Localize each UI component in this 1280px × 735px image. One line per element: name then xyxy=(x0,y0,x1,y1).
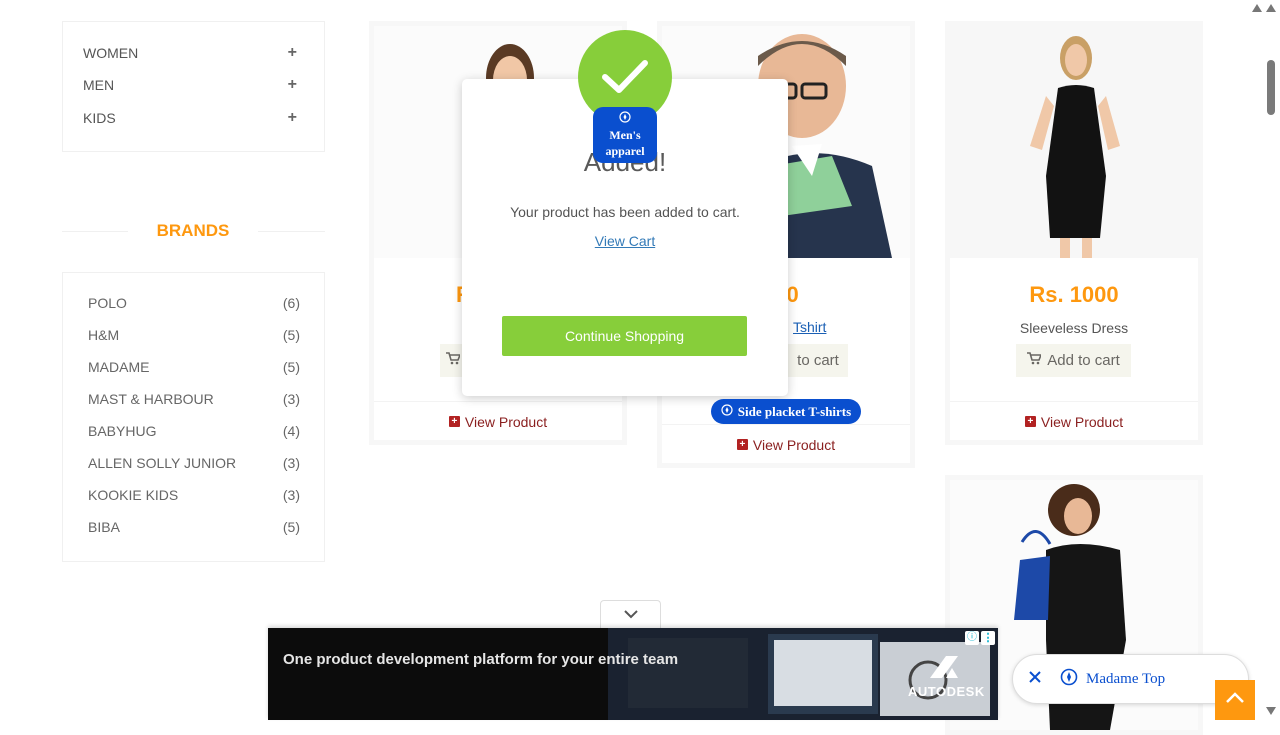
brand-name: MAST & HARBOUR xyxy=(88,391,214,407)
ad-brand: AUTODESK xyxy=(908,684,985,699)
scrollbar-thumb[interactable] xyxy=(1267,60,1275,115)
compass-icon xyxy=(1060,668,1078,691)
add-to-cart-label: to cart xyxy=(797,352,839,369)
close-icon[interactable] xyxy=(1028,670,1042,689)
brands-divider-right xyxy=(258,231,325,232)
scroll-up-arrow-icon[interactable] xyxy=(1252,4,1262,12)
cart-icon xyxy=(1027,352,1043,369)
brand-count: (5) xyxy=(282,519,300,535)
brand-count: (3) xyxy=(282,455,300,471)
brand-item[interactable]: MAST & HARBOUR (3) xyxy=(88,389,300,409)
brand-count: (5) xyxy=(282,359,300,375)
brand-count: (3) xyxy=(282,391,300,407)
plus-square-icon: + xyxy=(448,416,460,427)
madame-top-chip[interactable]: Madame Top xyxy=(1012,654,1249,704)
brands-panel: POLO (6) H&M (5) MADAME (5) MAST & HARBOUR (… xyxy=(62,272,325,562)
cart-icon xyxy=(446,352,462,369)
view-product-label: View Product xyxy=(1040,413,1124,430)
category-panel: WOMEN + MEN + KIDS + xyxy=(62,21,325,152)
brands-title: BRANDS xyxy=(156,221,230,240)
plus-icon[interactable]: + xyxy=(288,44,297,62)
brand-item[interactable]: BIBA (5) xyxy=(88,517,300,537)
brand-item[interactable]: BABYHUG (4) xyxy=(88,421,300,441)
chip-label-line2: apparel xyxy=(605,144,645,158)
chip-label: Madame Top xyxy=(1086,670,1166,687)
brand-item[interactable]: POLO (6) xyxy=(88,293,300,313)
add-to-cart-label: Add to cart xyxy=(1047,352,1120,369)
add-to-cart-button[interactable]: Add to cart xyxy=(1016,344,1131,377)
mens-apparel-chip[interactable]: Men's apparel xyxy=(593,107,657,163)
compass-icon xyxy=(619,111,631,127)
brand-name: KOOKIE KIDS xyxy=(88,487,179,503)
brand-count: (6) xyxy=(282,295,300,311)
product-image[interactable] xyxy=(950,26,1198,258)
brand-item[interactable]: H&M (5) xyxy=(88,325,300,345)
ad-menu-icon[interactable]: ⋮ xyxy=(981,631,995,645)
brand-name: MADAME xyxy=(88,359,150,375)
view-product-link[interactable]: + View Product xyxy=(662,424,910,464)
chip-label-line1: Men's xyxy=(609,128,641,142)
category-kids[interactable]: KIDS + xyxy=(83,106,299,130)
continue-shopping-button[interactable]: Continue Shopping xyxy=(502,316,747,356)
category-label: MEN xyxy=(83,77,115,93)
compass-icon xyxy=(721,403,733,420)
side-placket-chip[interactable]: Side placket T-shirts xyxy=(711,399,861,424)
category-women[interactable]: WOMEN + xyxy=(83,41,299,65)
chevron-down-icon xyxy=(623,606,639,624)
view-cart-link[interactable]: View Cart xyxy=(462,233,788,249)
brand-item[interactable]: KOOKIE KIDS (3) xyxy=(88,485,300,505)
brand-item[interactable]: ALLEN SOLLY JUNIOR (3) xyxy=(88,453,300,473)
ad-info-icon[interactable]: ⓘ xyxy=(965,631,979,645)
plus-square-icon: + xyxy=(736,439,748,450)
brand-name: BIBA xyxy=(88,519,120,535)
brand-name: H&M xyxy=(88,327,120,343)
autodesk-logo-icon xyxy=(928,654,960,680)
scroll-down-arrow-icon[interactable] xyxy=(1266,707,1276,715)
ad-collapse-tab[interactable] xyxy=(600,600,661,628)
brand-count: (5) xyxy=(282,327,300,343)
category-men[interactable]: MEN + xyxy=(83,73,299,97)
category-label: WOMEN xyxy=(83,45,139,61)
brand-count: (4) xyxy=(282,423,300,439)
brand-name: BABYHUG xyxy=(88,423,157,439)
scroll-to-top-button[interactable] xyxy=(1215,680,1255,720)
brands-divider-left xyxy=(62,231,128,232)
plus-square-icon: + xyxy=(1024,416,1036,427)
scroll-up-arrow-icon[interactable] xyxy=(1266,4,1276,12)
product-price: Rs. 1000 xyxy=(1029,282,1119,307)
scrollbar[interactable] xyxy=(1262,0,1280,720)
plus-icon[interactable]: + xyxy=(288,76,297,94)
ad-banner[interactable]: One product development platform for you… xyxy=(268,628,998,720)
product-card: Rs. 1000 Sleeveless Dress Add to cart + … xyxy=(945,21,1203,445)
plus-icon[interactable]: + xyxy=(288,109,297,127)
view-product-link[interactable]: + View Product xyxy=(950,401,1198,441)
add-to-cart-button[interactable]: to cart xyxy=(788,344,848,377)
view-product-label: View Product xyxy=(752,436,836,453)
brand-name: POLO xyxy=(88,295,127,311)
brand-count: (3) xyxy=(282,487,300,503)
view-product-label: View Product xyxy=(464,413,548,430)
chip-label: Side placket T-shirts xyxy=(737,403,852,419)
view-product-link[interactable]: + View Product xyxy=(374,401,622,441)
product-name[interactable]: Sleeveless Dress xyxy=(950,320,1198,336)
brand-name: ALLEN SOLLY JUNIOR xyxy=(88,455,237,471)
chevron-up-icon xyxy=(1225,691,1245,709)
category-label: KIDS xyxy=(83,110,116,126)
brand-item[interactable]: MADAME (5) xyxy=(88,357,300,377)
modal-message: Your product has been added to cart. xyxy=(510,204,740,220)
ad-headline: One product development platform for you… xyxy=(283,651,679,668)
